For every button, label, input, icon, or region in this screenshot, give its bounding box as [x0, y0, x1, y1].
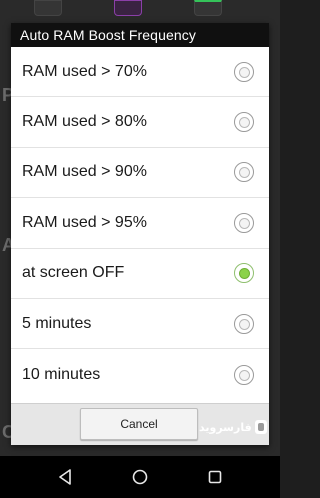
cancel-button[interactable]: Cancel	[80, 408, 198, 440]
option-5-minutes[interactable]: 5 minutes	[11, 299, 269, 350]
radio-icon[interactable]	[234, 112, 254, 133]
watermark-text: فارسروید	[199, 420, 252, 434]
recents-icon[interactable]	[203, 465, 227, 489]
option-label: at screen OFF	[22, 264, 125, 282]
watermark: فارسروید	[199, 417, 267, 437]
option-10-minutes[interactable]: 10 minutes	[11, 349, 269, 399]
option-ram-90[interactable]: RAM used > 90%	[11, 148, 269, 199]
background-tile	[34, 0, 62, 16]
option-label: RAM used > 95%	[22, 213, 147, 231]
option-label: RAM used > 80%	[22, 113, 147, 131]
option-ram-70[interactable]: RAM used > 70%	[11, 47, 269, 98]
dialog-title: Auto RAM Boost Frequency	[11, 23, 269, 47]
boost-frequency-dialog: Auto RAM Boost Frequency RAM used > 70% …	[11, 23, 269, 445]
radio-checked-icon[interactable]	[234, 263, 254, 284]
radio-icon[interactable]	[234, 162, 254, 183]
home-icon[interactable]	[128, 465, 152, 489]
radio-icon[interactable]	[234, 313, 254, 334]
radio-icon[interactable]	[234, 364, 254, 385]
option-ram-80[interactable]: RAM used > 80%	[11, 97, 269, 148]
option-label: RAM used > 70%	[22, 62, 147, 80]
watermark-logo-icon	[254, 420, 267, 434]
background-tile	[114, 0, 142, 16]
radio-icon[interactable]	[234, 212, 254, 233]
back-icon[interactable]	[53, 465, 77, 489]
option-label: 10 minutes	[22, 365, 101, 383]
option-screen-off[interactable]: at screen OFF	[11, 249, 269, 299]
radio-icon[interactable]	[234, 61, 254, 82]
background-tile	[194, 0, 222, 16]
background-tiles	[0, 0, 280, 18]
option-label: RAM used > 90%	[22, 163, 147, 181]
navigation-bar	[0, 456, 280, 498]
option-list: RAM used > 70% RAM used > 80% RAM used >…	[11, 47, 269, 400]
option-ram-95[interactable]: RAM used > 95%	[11, 198, 269, 249]
option-label: 5 minutes	[22, 314, 92, 332]
